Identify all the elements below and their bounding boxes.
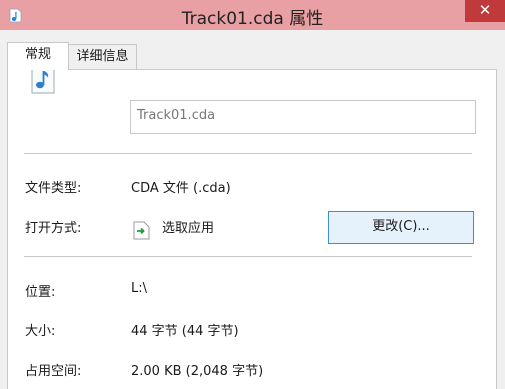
- size-value: 44 字节 (44 字节): [131, 324, 239, 339]
- window-title: Track01.cda 属性: [181, 9, 324, 29]
- close-icon: ✕: [478, 1, 492, 19]
- size-on-disk-label: 占用空间:: [25, 364, 82, 379]
- tab-details[interactable]: 详细信息: [69, 44, 137, 70]
- divider: [24, 153, 472, 154]
- title-bar: Track01.cda 属性 ✕: [0, 0, 505, 30]
- opens-with-value: 选取应用: [162, 221, 215, 236]
- change-button[interactable]: 更改(C)...: [328, 211, 474, 244]
- file-name-field[interactable]: Track01.cda: [130, 100, 476, 134]
- close-button[interactable]: ✕: [465, 0, 505, 22]
- choose-app-icon: [133, 221, 150, 240]
- location-label: 位置:: [25, 285, 56, 300]
- size-on-disk-value: 2.00 KB (2,048 字节): [131, 364, 264, 379]
- location-value: L:\: [131, 281, 148, 296]
- divider: [24, 256, 472, 257]
- tab-general[interactable]: 常规: [7, 42, 69, 70]
- opens-with-label: 打开方式:: [25, 221, 82, 236]
- size-label: 大小:: [25, 324, 56, 339]
- file-type-value: CDA 文件 (.cda): [131, 181, 231, 196]
- dialog-body: 常规 详细信息: [0, 30, 505, 389]
- file-type-label: 文件类型:: [25, 181, 82, 196]
